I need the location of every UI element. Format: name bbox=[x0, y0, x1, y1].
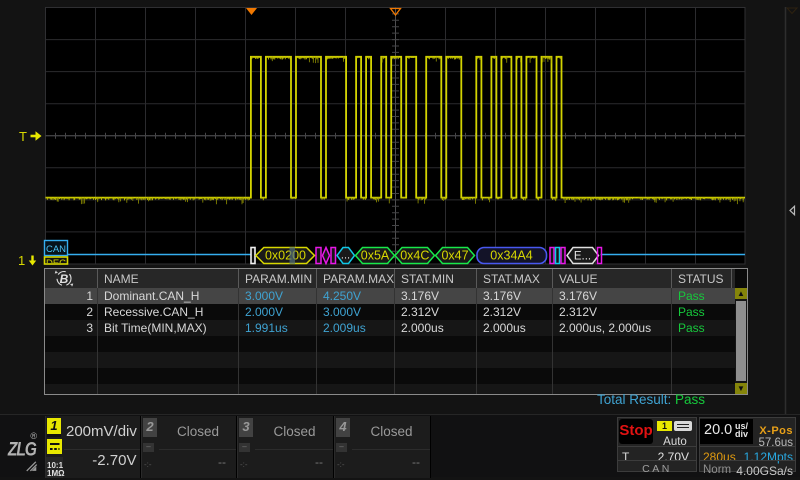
svg-text:0x0200: 0x0200 bbox=[265, 249, 306, 263]
svg-text:1: 1 bbox=[18, 253, 25, 268]
svg-text:0x4C: 0x4C bbox=[400, 249, 429, 263]
svg-text:B: B bbox=[60, 272, 69, 286]
svg-text:CAN: CAN bbox=[46, 244, 66, 255]
svg-text:...: ... bbox=[341, 250, 350, 262]
svg-text:0x5A: 0x5A bbox=[361, 249, 390, 263]
svg-text:0x34A4: 0x34A4 bbox=[490, 249, 532, 263]
svg-text:T: T bbox=[19, 129, 27, 144]
svg-text:®: ® bbox=[30, 431, 37, 441]
svg-text:ZLG: ZLG bbox=[7, 438, 37, 460]
svg-text:E...: E... bbox=[574, 251, 591, 263]
svg-text:0x47: 0x47 bbox=[441, 249, 468, 263]
